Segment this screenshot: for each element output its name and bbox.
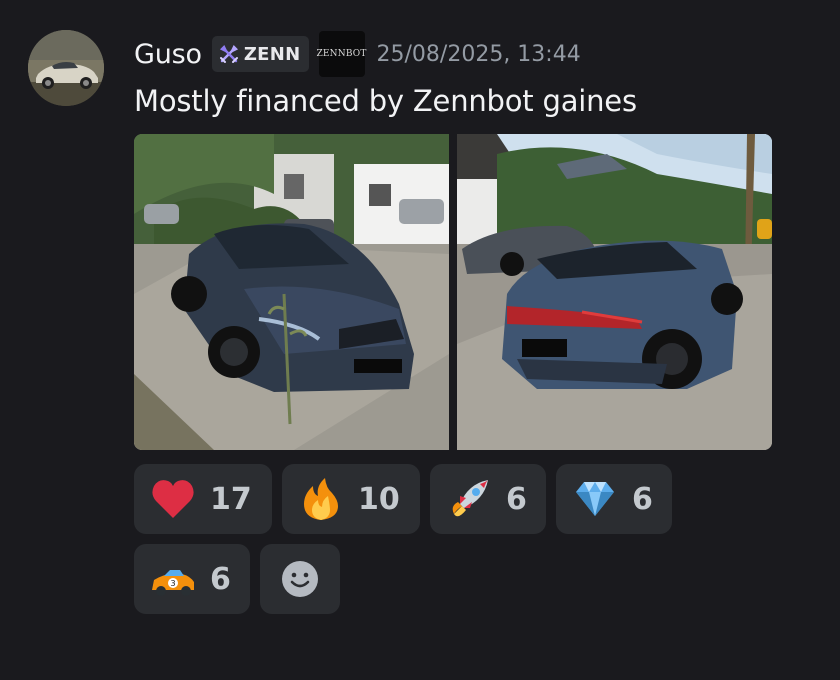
reaction-count: 6 [506, 481, 527, 517]
race-car-icon: 3 [150, 556, 196, 602]
gem-icon [572, 476, 618, 522]
reaction-heart[interactable]: 17 [134, 464, 272, 534]
reaction-count: 10 [358, 481, 400, 517]
avatar-car-image [28, 30, 104, 106]
attachment-image-rear[interactable] [457, 134, 772, 450]
reaction-gem[interactable]: 6 [556, 464, 672, 534]
reaction-rocket[interactable]: 6 [430, 464, 546, 534]
svg-text:3: 3 [170, 579, 175, 588]
car-photo-front [134, 134, 449, 450]
bot-badge[interactable]: ZENNBOT [316, 31, 366, 77]
smiley-icon [282, 561, 318, 597]
reaction-count: 17 [210, 481, 252, 517]
username[interactable]: Guso [134, 39, 202, 70]
image-gallery [134, 134, 772, 450]
reactions-bar: 17 10 6 6 3 6 [134, 464, 694, 624]
sword-icon [219, 44, 238, 63]
reaction-fire[interactable]: 10 [282, 464, 420, 534]
reaction-race-car[interactable]: 3 6 [134, 544, 250, 614]
avatar[interactable] [28, 30, 104, 106]
fire-icon [298, 476, 344, 522]
car-photo-rear [457, 134, 772, 450]
reaction-count: 6 [210, 561, 231, 597]
add-reaction-button[interactable] [260, 544, 340, 614]
timestamp: 25/08/2025, 13:44 [376, 41, 581, 67]
message-header: Guso ZENN ZENNBOT 25/08/2025, 13:44 [134, 31, 581, 77]
message-content: Mostly financed by Zennbot gaines [134, 84, 637, 118]
attachment-image-front[interactable] [134, 134, 449, 450]
guild-tag[interactable]: ZENN [211, 36, 309, 72]
reaction-count: 6 [632, 481, 653, 517]
guild-tag-label: ZENN [243, 43, 301, 65]
heart-icon [150, 476, 196, 522]
rocket-icon [446, 476, 492, 522]
